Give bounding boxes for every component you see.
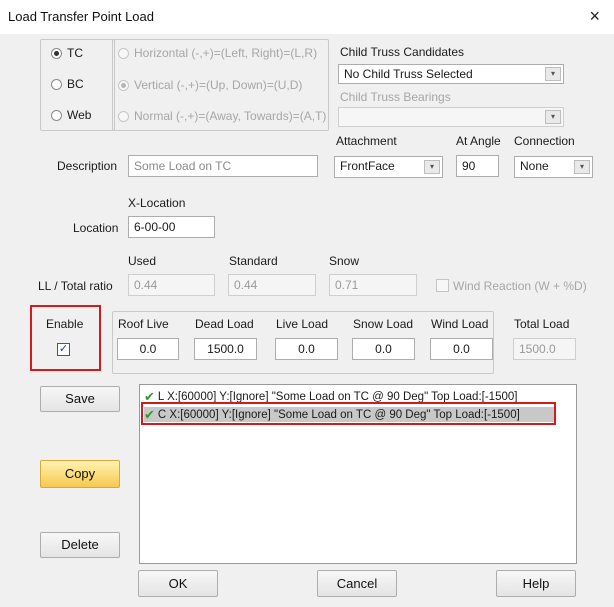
ok-button[interactable]: OK [138,570,218,597]
radio-dot-icon [118,47,129,59]
radio-vertical-label: Vertical (-,+)=(Up, Down)=(U,D) [134,78,303,92]
dialog-window: Load Transfer Point Load × TC BC Web Hor… [0,0,614,607]
description-input[interactable]: Some Load on TC [128,155,318,177]
radio-dot-icon [51,78,62,90]
chevron-down-icon[interactable]: ▾ [574,160,590,174]
cancel-button[interactable]: Cancel [317,570,397,597]
radio-dot-icon [118,79,129,91]
attachment-label: Attachment [336,134,397,148]
attachment-select[interactable]: FrontFace ▾ [334,156,443,178]
total-load-label: Total Load [514,317,570,331]
dead-load-label: Dead Load [195,317,254,331]
child-truss-candidates-label: Child Truss Candidates [340,45,465,59]
radio-vertical[interactable]: Vertical (-,+)=(Up, Down)=(U,D) [118,78,302,92]
snow-ratio-field: 0.71 [329,274,417,296]
window-title: Load Transfer Point Load [8,9,154,24]
live-load-label: Live Load [276,317,329,331]
enable-label: Enable [46,317,84,331]
delete-button[interactable]: Delete [40,532,120,558]
list-item-text: L X:[60000] Y:[Ignore] "Some Load on TC … [157,390,518,403]
radio-tc[interactable]: TC [51,46,83,60]
radio-bc[interactable]: BC [51,77,84,91]
child-truss-candidates-select[interactable]: No Child Truss Selected ▾ [338,64,564,84]
live-load-input[interactable]: 0.0 [275,338,338,360]
close-icon[interactable]: × [589,6,600,27]
radio-web-label: Web [67,108,92,122]
connection-label: Connection [514,134,575,148]
x-location-label: X-Location [128,196,186,210]
wind-load-label: Wind Load [431,317,489,331]
location-label: Location [73,221,119,235]
location-input[interactable]: 6-00-00 [128,216,215,238]
radio-normal-label: Normal (-,+)=(Away, Towards)=(A,T) [134,109,327,123]
save-button[interactable]: Save [40,386,120,412]
title-bar: Load Transfer Point Load × [0,0,614,34]
radio-dot-icon [118,110,129,122]
description-label: Description [57,159,118,173]
snow-load-label: Snow Load [353,317,414,331]
at-angle-input[interactable]: 90 [456,155,499,177]
selected-row-highlight-box [141,402,556,425]
radio-normal[interactable]: Normal (-,+)=(Away, Towards)=(A,T) [118,109,326,123]
ll-total-ratio-label: LL / Total ratio [38,279,113,293]
attachment-value: FrontFace [340,159,395,173]
roof-live-input[interactable]: 0.0 [117,338,179,360]
copy-button[interactable]: Copy [40,460,120,488]
radio-tc-label: TC [67,46,83,60]
radio-dot-icon [51,47,62,59]
chevron-down-icon[interactable]: ▾ [424,160,440,174]
wind-load-input[interactable]: 0.0 [430,338,493,360]
standard-label: Standard [229,254,278,268]
radio-web[interactable]: Web [51,108,91,122]
enable-checkbox[interactable]: ✓ [57,343,70,356]
used-label: Used [128,254,157,268]
child-truss-candidates-value: No Child Truss Selected [344,67,473,81]
wind-reaction-checkbox[interactable] [436,279,449,292]
radio-bc-label: BC [67,77,84,91]
child-truss-bearings-label: Child Truss Bearings [340,90,451,104]
radio-horizontal-label: Horizontal (-,+)=(Left, Right)=(L,R) [134,46,318,60]
dead-load-input[interactable]: 1500.0 [194,338,257,360]
enable-highlight-box [30,305,101,371]
snow-ratio-label: Snow [329,254,360,268]
total-load-field: 1500.0 [513,338,576,360]
chevron-down-icon[interactable]: ▾ [545,67,561,81]
dialog-body: TC BC Web Horizontal (-,+)=(Left, Right)… [0,34,614,607]
connection-value: None [520,159,549,173]
connection-select[interactable]: None ▾ [514,156,593,178]
wind-reaction-label: Wind Reaction (W + %D) [453,279,587,293]
at-angle-label: At Angle [456,134,501,148]
used-ratio-field: 0.44 [128,274,215,296]
radio-horizontal[interactable]: Horizontal (-,+)=(Left, Right)=(L,R) [118,46,317,60]
radio-dot-icon [51,109,62,121]
snow-load-input[interactable]: 0.0 [352,338,415,360]
standard-ratio-field: 0.44 [228,274,316,296]
roof-live-label: Roof Live [118,317,169,331]
chevron-down-icon[interactable]: ▾ [545,110,561,124]
child-truss-bearings-select[interactable]: ▾ [338,107,564,127]
help-button[interactable]: Help [496,570,576,597]
